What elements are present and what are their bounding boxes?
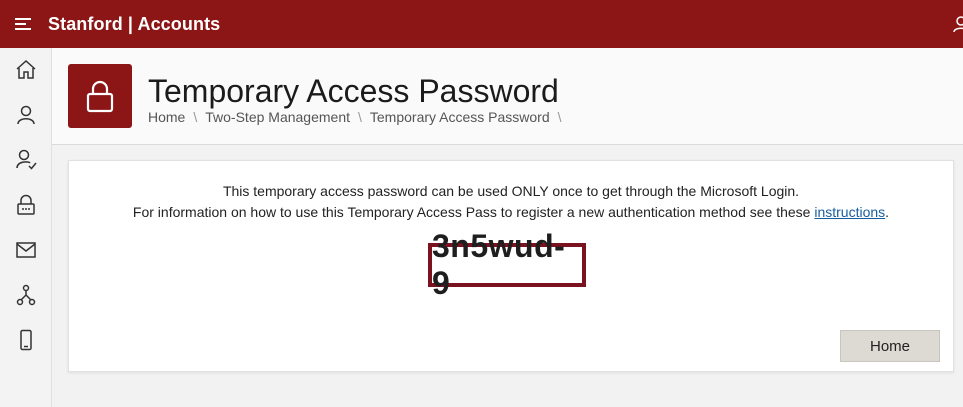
usage-notice: This temporary access password can be us… <box>222 183 800 199</box>
breadcrumb: Home \ Two-Step Management \ Temporary A… <box>148 109 570 125</box>
mail-icon[interactable] <box>14 238 38 262</box>
instructions-link[interactable]: instructions <box>814 204 885 220</box>
instructions-period: . <box>885 204 890 220</box>
org-chart-icon[interactable] <box>14 283 38 307</box>
breadcrumb-home[interactable]: Home <box>148 109 185 125</box>
top-bar: Stanford | Accounts <box>0 0 963 48</box>
breadcrumb-two-step-management[interactable]: Two-Step Management <box>205 109 350 125</box>
breadcrumb-separator: \ <box>557 109 562 125</box>
hamburger-menu-icon[interactable] <box>15 16 33 32</box>
instructions-notice: For information on how to use this Tempo… <box>69 204 953 220</box>
breadcrumb-separator: \ <box>193 109 198 125</box>
breadcrumb-separator: \ <box>358 109 362 125</box>
instructions-text: For information on how to use this Tempo… <box>132 204 815 220</box>
app-title[interactable]: Stanford | Accounts <box>48 14 220 35</box>
sidebar <box>0 48 52 407</box>
lock-icon <box>86 80 114 113</box>
phone-icon[interactable] <box>14 328 38 352</box>
person-icon[interactable] <box>14 103 38 127</box>
person-check-icon[interactable] <box>14 147 38 171</box>
home-icon[interactable] <box>14 58 38 82</box>
user-icon[interactable] <box>952 15 963 33</box>
tap-card: This temporary access password can be us… <box>68 160 954 372</box>
tap-code[interactable]: 3n5wud-9 <box>432 228 582 302</box>
page-title: Temporary Access Password <box>148 73 559 109</box>
home-button[interactable]: Home <box>840 330 940 362</box>
tap-code-box: 3n5wud-9 <box>428 228 586 301</box>
page-icon-tile <box>68 64 132 128</box>
breadcrumb-temporary-access-password[interactable]: Temporary Access Password <box>370 109 550 125</box>
lock-icon[interactable] <box>14 193 38 217</box>
page-header: Temporary Access Password Home \ Two-Ste… <box>52 48 963 145</box>
